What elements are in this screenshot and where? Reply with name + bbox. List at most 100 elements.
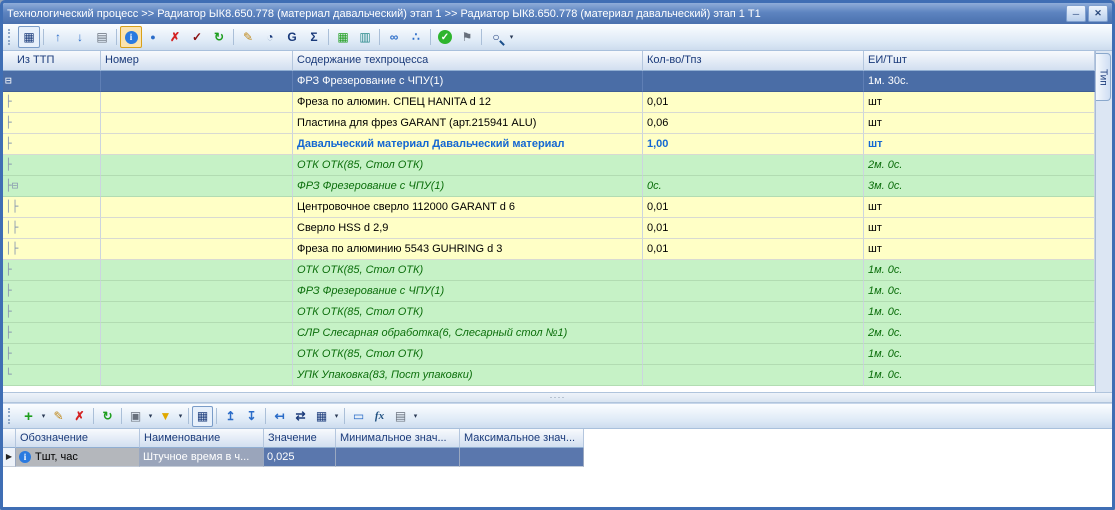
column-header-unit[interactable]: ЕИ/Тшт: [864, 51, 1095, 71]
tab-tip[interactable]: Тип: [1096, 53, 1111, 101]
cell-content[interactable]: ОТК ОТК(85, Стол ОТК): [293, 302, 643, 323]
cell-content[interactable]: УПК Упаковка(83, Пост упаковки): [293, 365, 643, 386]
cell-number[interactable]: [101, 113, 293, 134]
process-row[interactable]: │├ Фреза по алюминию 5543 GUHRING d 3 0,…: [3, 239, 1095, 260]
cell-unit[interactable]: шт: [864, 134, 1095, 155]
cell-qty[interactable]: 0,01: [643, 239, 864, 260]
process-row[interactable]: ├⊟ ФРЗ Фрезерование с ЧПУ(1) 0с. 3м. 0с.: [3, 176, 1095, 197]
process-row[interactable]: ├ Давальческий материал Давальческий мат…: [3, 134, 1095, 155]
cell-qty[interactable]: [643, 302, 864, 323]
table-dropdown-caret[interactable]: ▾: [332, 406, 341, 426]
cell-unit[interactable]: шт: [864, 239, 1095, 260]
export-dropdown-caret[interactable]: ▾: [411, 406, 420, 426]
refresh-icon[interactable]: ↻: [208, 26, 230, 48]
cell-min[interactable]: [336, 448, 460, 467]
cell-content[interactable]: ФРЗ Фрезерование с ЧПУ(1): [293, 71, 643, 92]
zoom-icon[interactable]: ○: [485, 26, 507, 48]
cell-designation[interactable]: i Тшт, час: [16, 448, 140, 467]
cell-unit[interactable]: шт: [864, 197, 1095, 218]
clock-icon[interactable]: ◔: [259, 26, 281, 48]
param-row[interactable]: ▶ i Тшт, час Штучное время в ч... 0,025: [3, 448, 1112, 467]
cell-qty[interactable]: 0,01: [643, 218, 864, 239]
cell-qty[interactable]: [643, 344, 864, 365]
move-down-icon[interactable]: ↓: [69, 26, 91, 48]
add-icon[interactable]: +: [18, 406, 39, 427]
cell-value[interactable]: 0,025: [264, 448, 336, 467]
insert-below-icon[interactable]: ↧: [241, 406, 262, 427]
toolbar-grip[interactable]: [8, 29, 14, 45]
cell-unit[interactable]: 3м. 0с.: [864, 176, 1095, 197]
refresh-icon[interactable]: ↻: [97, 406, 118, 427]
column-header-value[interactable]: Значение: [264, 429, 336, 448]
cell-qty[interactable]: [643, 260, 864, 281]
cell-number[interactable]: [101, 302, 293, 323]
cell-qty[interactable]: 0,01: [643, 197, 864, 218]
column-header-max[interactable]: Максимальное знач...: [460, 429, 584, 448]
sum-icon[interactable]: Σ: [303, 26, 325, 48]
cell-unit[interactable]: шт: [864, 218, 1095, 239]
cell-qty[interactable]: [643, 71, 864, 92]
excel-icon[interactable]: ▦: [332, 26, 354, 48]
toolbar-grip[interactable]: [8, 408, 14, 424]
cell-qty[interactable]: [643, 365, 864, 386]
cell-unit[interactable]: 1м. 0с.: [864, 260, 1095, 281]
process-row[interactable]: ├ ФРЗ Фрезерование с ЧПУ(1) 1м. 0с.: [3, 281, 1095, 302]
process-row[interactable]: ├ ОТК ОТК(85, Стол ОТК) 1м. 0с.: [3, 344, 1095, 365]
cell-content[interactable]: ФРЗ Фрезерование с ЧПУ(1): [293, 281, 643, 302]
flag-icon[interactable]: ⚑: [456, 26, 478, 48]
cell-qty[interactable]: [643, 155, 864, 176]
column-header-designation[interactable]: Обозначение: [16, 429, 140, 448]
table-icon[interactable]: ▦: [311, 406, 332, 427]
group-calc-icon[interactable]: G: [281, 26, 303, 48]
cell-content[interactable]: Фреза по алюминию 5543 GUHRING d 3: [293, 239, 643, 260]
process-row[interactable]: ├ ОТК ОТК(85, Стол ОТК) 1м. 0с.: [3, 302, 1095, 323]
shift-left-icon[interactable]: ↤: [269, 406, 290, 427]
cell-content[interactable]: ОТК ОТК(85, Стол ОТК): [293, 260, 643, 281]
column-header-name[interactable]: Наименование: [140, 429, 264, 448]
fx-icon[interactable]: fx: [369, 406, 390, 427]
filter-dropdown-caret[interactable]: ▾: [176, 406, 185, 426]
stamp-icon[interactable]: ✓: [186, 26, 208, 48]
cell-content[interactable]: Центровочное сверло 112000 GARANT d 6: [293, 197, 643, 218]
process-row[interactable]: ├ Фреза по алюмин. СПЕЦ HANITA d 12 0,01…: [3, 92, 1095, 113]
report-icon[interactable]: ▥: [354, 26, 376, 48]
process-row[interactable]: ├ Пластина для фрез GARANT (арт.215941 A…: [3, 113, 1095, 134]
column-header-nomer[interactable]: Номер: [101, 51, 293, 71]
process-row[interactable]: └ УПК Упаковка(83, Пост упаковки) 1м. 0с…: [3, 365, 1095, 386]
cell-number[interactable]: [101, 176, 293, 197]
insert-above-icon[interactable]: ↥: [220, 406, 241, 427]
nodes-icon[interactable]: ∴: [405, 26, 427, 48]
move-up-icon[interactable]: ↑: [47, 26, 69, 48]
cell-content[interactable]: Пластина для фрез GARANT (арт.215941 ALU…: [293, 113, 643, 134]
cell-number[interactable]: [101, 281, 293, 302]
cell-unit[interactable]: 1м. 0с.: [864, 281, 1095, 302]
process-row[interactable]: ├ ОТК ОТК(85, Стол ОТК) 1м. 0с.: [3, 260, 1095, 281]
cell-name[interactable]: Штучное время в ч...: [140, 448, 264, 467]
export-icon[interactable]: ▤: [390, 406, 411, 427]
splitter-handle[interactable]: ····: [3, 392, 1112, 403]
cell-content[interactable]: ФРЗ Фрезерование с ЧПУ(1): [293, 176, 643, 197]
comment-icon[interactable]: ▭: [348, 406, 369, 427]
cell-number[interactable]: [101, 323, 293, 344]
cell-content[interactable]: СЛР Слесарная обработка(6, Слесарный сто…: [293, 323, 643, 344]
zoom-dropdown-caret[interactable]: ▾: [507, 27, 516, 47]
cell-number[interactable]: [101, 92, 293, 113]
cell-qty[interactable]: [643, 323, 864, 344]
titlebar[interactable]: Технологический процесс >> Радиатор ЫК8.…: [3, 3, 1112, 24]
cell-number[interactable]: [101, 218, 293, 239]
link-icon[interactable]: ∞: [383, 26, 405, 48]
process-row[interactable]: │├ Сверло HSS d 2,9 0,01 шт: [3, 218, 1095, 239]
column-header-content[interactable]: Содержание техпроцесса: [293, 51, 643, 71]
process-row[interactable]: ├ ОТК ОТК(85, Стол ОТК) 2м. 0с.: [3, 155, 1095, 176]
cell-number[interactable]: [101, 134, 293, 155]
info-icon[interactable]: i: [120, 26, 142, 48]
cell-qty[interactable]: 1,00: [643, 134, 864, 155]
add-dropdown-caret[interactable]: ▾: [39, 406, 48, 426]
print-dropdown-caret[interactable]: ▾: [146, 406, 155, 426]
drop-icon[interactable]: ●: [142, 26, 164, 48]
close-button[interactable]: ✕: [1088, 5, 1108, 22]
cell-number[interactable]: [101, 197, 293, 218]
cell-unit[interactable]: шт: [864, 92, 1095, 113]
cell-qty[interactable]: [643, 281, 864, 302]
card-view-icon[interactable]: ▤: [91, 26, 113, 48]
